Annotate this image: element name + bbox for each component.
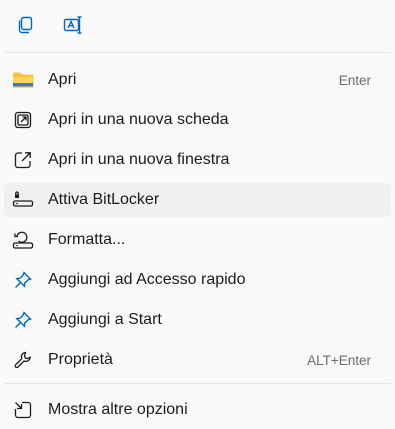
- menu-item-shortcut: Enter: [338, 73, 371, 88]
- menu-item-label: Attiva BitLocker: [48, 191, 160, 208]
- menu-item-label: Formatta...: [48, 231, 126, 248]
- menu-item-proprieta[interactable]: Proprietà ALT+Enter: [4, 343, 391, 377]
- folder-icon: [12, 70, 34, 90]
- menu-item-label: Apri in una nuova scheda: [48, 111, 229, 128]
- menu-item-label: Apri: [48, 71, 77, 88]
- menu-item-mostra-altre-opzioni[interactable]: Mostra altre opzioni: [4, 393, 391, 427]
- menu-item-apri-nuova-scheda[interactable]: Apri in una nuova scheda: [4, 103, 391, 137]
- rename-icon: [62, 14, 84, 36]
- menu-item-label: Aggiungi a Start: [48, 311, 162, 328]
- pin-icon: [12, 310, 34, 330]
- more-options-icon: [12, 400, 34, 420]
- bitlocker-key-icon: [12, 190, 34, 210]
- pin-icon: [12, 270, 34, 290]
- format-drive-icon: [12, 230, 34, 250]
- copy-button[interactable]: [7, 8, 43, 42]
- menu-item-apri-nuova-finestra[interactable]: Apri in una nuova finestra: [4, 143, 391, 177]
- menu-item-label: Mostra altre opzioni: [48, 401, 188, 418]
- menu-item-label: Apri in una nuova finestra: [48, 151, 230, 168]
- menu-item-label: Aggiungi ad Accesso rapido: [48, 271, 246, 288]
- menu-item-formatta[interactable]: Formatta...: [4, 223, 391, 257]
- menu-item-shortcut: ALT+Enter: [307, 353, 371, 368]
- menu-item-aggiungi-start[interactable]: Aggiungi a Start: [4, 303, 391, 337]
- separator: [4, 52, 391, 53]
- separator: [4, 383, 391, 384]
- menu-item-aggiungi-accesso-rapido[interactable]: Aggiungi ad Accesso rapido: [4, 263, 391, 297]
- menu-item-label: Proprietà: [48, 351, 113, 368]
- context-menu-toolbar: [0, 0, 395, 52]
- open-new-tab-icon: [12, 110, 34, 130]
- context-menu: Apri Enter Apri in una nuova scheda Apri…: [0, 0, 395, 429]
- wrench-icon: [12, 350, 34, 370]
- menu-item-attiva-bitlocker[interactable]: Attiva BitLocker: [4, 183, 391, 217]
- rename-button[interactable]: [55, 8, 91, 42]
- copy-icon: [15, 15, 35, 35]
- menu-item-apri[interactable]: Apri Enter: [4, 63, 391, 97]
- open-new-window-icon: [12, 150, 34, 170]
